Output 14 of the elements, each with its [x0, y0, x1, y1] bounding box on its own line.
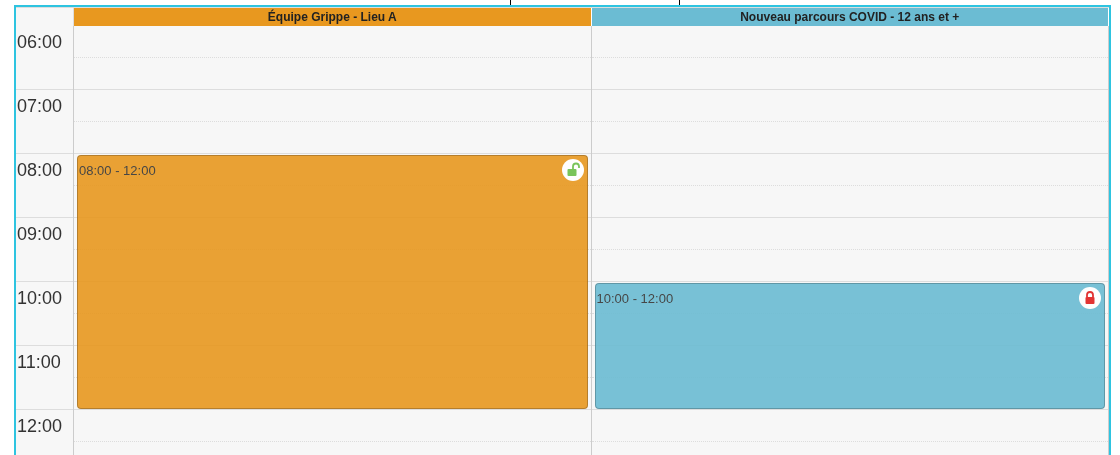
hour-label: 10:00: [17, 289, 63, 307]
hour-label: 11:00: [17, 353, 61, 371]
resource-header: Équipe Grippe - Lieu A: [74, 8, 592, 26]
resource-header: Nouveau parcours COVID - 12 ans et +: [591, 8, 1109, 26]
event-block[interactable]: 10:00 - 12:00: [594, 283, 1105, 409]
hour-label: 08:00: [17, 161, 63, 179]
hour-label: 06:00: [17, 33, 63, 51]
event-block[interactable]: 08:00 - 12:00: [77, 155, 588, 409]
hour-label: 09:00: [17, 225, 63, 243]
event-time: 08:00 - 12:00: [79, 162, 156, 180]
padlock-icon[interactable]: [1079, 287, 1101, 309]
hour-label: 07:00: [17, 97, 63, 115]
event-time: 10:00 - 12:00: [596, 290, 674, 308]
hour-label: 12:00: [17, 417, 63, 435]
